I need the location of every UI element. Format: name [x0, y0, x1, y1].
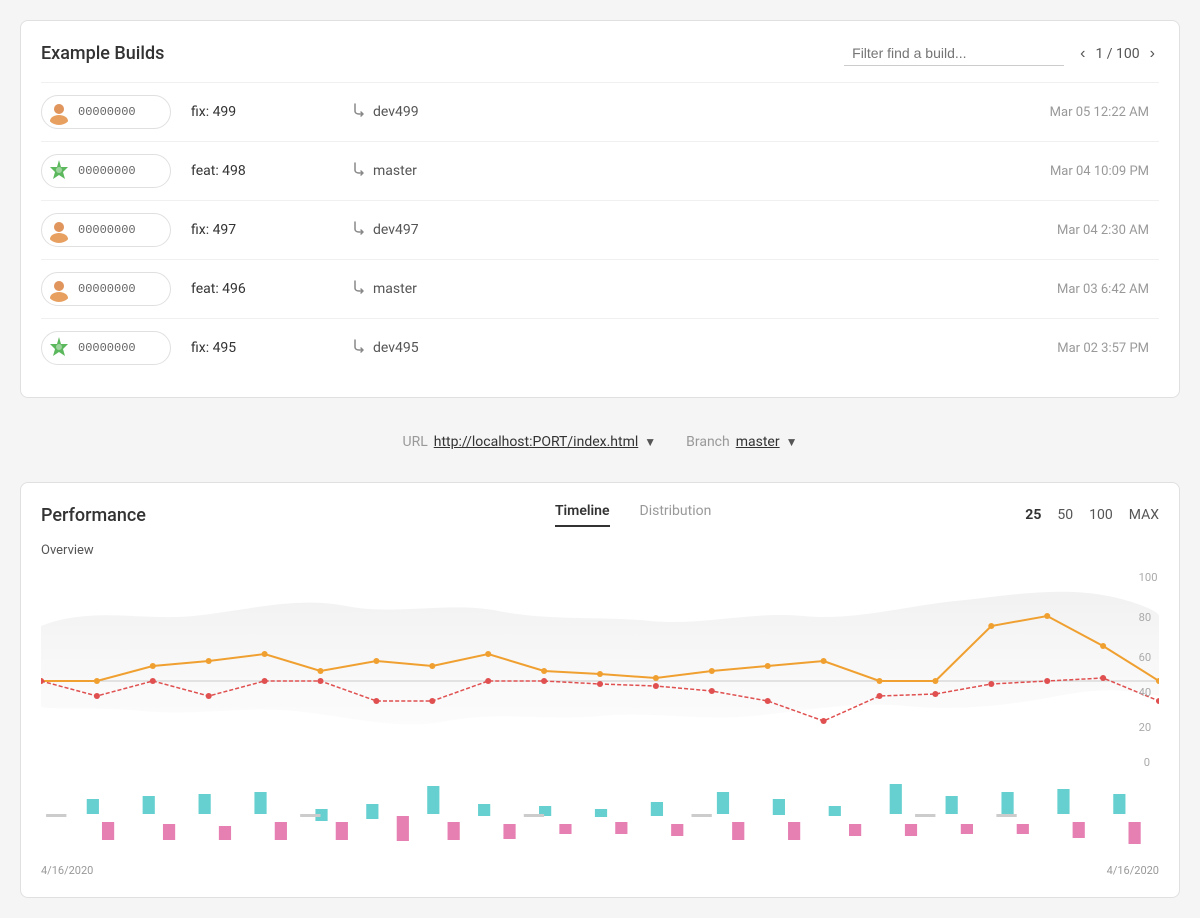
- avatar: [46, 99, 72, 125]
- commit-hash: 00000000: [78, 341, 136, 355]
- build-branch-area: master: [351, 161, 551, 181]
- table-row[interactable]: 00000000 feat: 496 master Mar 03 6:42 AM: [41, 259, 1159, 318]
- svg-text:60: 60: [1139, 651, 1152, 664]
- url-label: URL: [402, 434, 427, 450]
- branch-icon: [351, 102, 367, 122]
- tab-distribution[interactable]: Distribution: [640, 503, 712, 527]
- builds-filter-area: ‹ 1 / 100 ›: [844, 41, 1159, 66]
- branch-dropdown-icon[interactable]: ▼: [786, 435, 798, 449]
- avatar: [46, 335, 72, 361]
- build-branch-area: master: [351, 279, 551, 299]
- svg-text:40: 40: [1139, 686, 1152, 699]
- chart-svg-wrapper: 100 80 60 40 20 0: [41, 566, 1159, 858]
- avatar: [46, 217, 72, 243]
- performance-title: Performance: [41, 505, 241, 526]
- svg-text:100: 100: [1139, 571, 1158, 584]
- pagination: ‹ 1 / 100 ›: [1076, 43, 1159, 65]
- commit-hash: 00000000: [78, 223, 136, 237]
- builds-title: Example Builds: [41, 43, 164, 64]
- table-row[interactable]: 00000000 feat: 498 master Mar 04 10:09 P…: [41, 141, 1159, 200]
- branch-selector-group: Branch master ▼: [686, 434, 797, 450]
- build-time: Mar 04 2:30 AM: [551, 223, 1159, 238]
- build-branch-area: dev499: [351, 102, 551, 122]
- commit-hash: 00000000: [78, 164, 136, 178]
- selector-area: URL http://localhost:PORT/index.html ▼ B…: [20, 418, 1180, 466]
- build-branch-area: dev497: [351, 220, 551, 240]
- control-100[interactable]: 100: [1089, 507, 1113, 523]
- svg-text:80: 80: [1139, 611, 1152, 624]
- branch-name: dev495: [373, 340, 419, 356]
- branch-icon: [351, 279, 367, 299]
- build-badge: 00000000: [41, 272, 171, 306]
- avatar: [46, 276, 72, 302]
- bar-chart-svg: [41, 774, 1159, 854]
- commit-hash: 00000000: [78, 282, 136, 296]
- build-badge: 00000000: [41, 331, 171, 365]
- performance-tabs: Timeline Distribution: [241, 503, 1025, 527]
- branch-name: master: [373, 163, 417, 179]
- branch-name: dev499: [373, 104, 419, 120]
- build-time: Mar 03 6:42 AM: [551, 282, 1159, 297]
- main-chart-svg: 100 80 60 40 20 0: [41, 566, 1159, 766]
- svg-text:20: 20: [1139, 721, 1152, 734]
- pagination-prev-button[interactable]: ‹: [1076, 43, 1089, 65]
- build-time: Mar 05 12:22 AM: [551, 105, 1159, 120]
- build-time: Mar 04 10:09 PM: [551, 164, 1159, 179]
- builds-list: 00000000 fix: 499 dev499 Mar 05 12:22 AM…: [41, 82, 1159, 377]
- builds-card: Example Builds ‹ 1 / 100 › 00000000 fix:…: [20, 20, 1180, 398]
- svg-text:0: 0: [1144, 756, 1150, 766]
- performance-header: Performance Timeline Distribution 25 50 …: [41, 503, 1159, 527]
- build-badge: 00000000: [41, 95, 171, 129]
- build-description: feat: 496: [171, 281, 351, 297]
- branch-name: master: [373, 281, 417, 297]
- build-badge: 00000000: [41, 154, 171, 188]
- branch-icon: [351, 338, 367, 358]
- filter-input[interactable]: [844, 41, 1064, 66]
- performance-card: Performance Timeline Distribution 25 50 …: [20, 482, 1180, 898]
- build-description: fix: 499: [171, 104, 351, 120]
- url-dropdown-icon[interactable]: ▼: [644, 435, 656, 449]
- url-value[interactable]: http://localhost:PORT/index.html: [434, 434, 639, 450]
- branch-icon: [351, 161, 367, 181]
- overview-label: Overview: [41, 543, 1159, 558]
- pagination-next-button[interactable]: ›: [1146, 43, 1159, 65]
- branch-label: Branch: [686, 434, 730, 450]
- builds-header: Example Builds ‹ 1 / 100 ›: [41, 41, 1159, 66]
- build-branch-area: dev495: [351, 338, 551, 358]
- build-description: feat: 498: [171, 163, 351, 179]
- control-max[interactable]: MAX: [1129, 507, 1159, 523]
- table-row[interactable]: 00000000 fix: 495 dev495 Mar 02 3:57 PM: [41, 318, 1159, 377]
- table-row[interactable]: 00000000 fix: 497 dev497 Mar 04 2:30 AM: [41, 200, 1159, 259]
- branch-value[interactable]: master: [736, 434, 780, 450]
- avatar: [46, 158, 72, 184]
- table-row[interactable]: 00000000 fix: 499 dev499 Mar 05 12:22 AM: [41, 82, 1159, 141]
- chart-container: 100 80 60 40 20 0: [41, 566, 1159, 877]
- control-25[interactable]: 25: [1025, 507, 1041, 523]
- commit-hash: 00000000: [78, 105, 136, 119]
- url-selector-group: URL http://localhost:PORT/index.html ▼: [402, 434, 656, 450]
- build-description: fix: 495: [171, 340, 351, 356]
- build-description: fix: 497: [171, 222, 351, 238]
- branch-name: dev497: [373, 222, 419, 238]
- pagination-display: 1 / 100: [1095, 46, 1139, 62]
- build-time: Mar 02 3:57 PM: [551, 341, 1159, 356]
- branch-icon: [351, 220, 367, 240]
- control-50[interactable]: 50: [1057, 507, 1073, 523]
- tab-timeline[interactable]: Timeline: [555, 503, 610, 527]
- build-badge: 00000000: [41, 213, 171, 247]
- performance-controls: 25 50 100 MAX: [1025, 507, 1159, 523]
